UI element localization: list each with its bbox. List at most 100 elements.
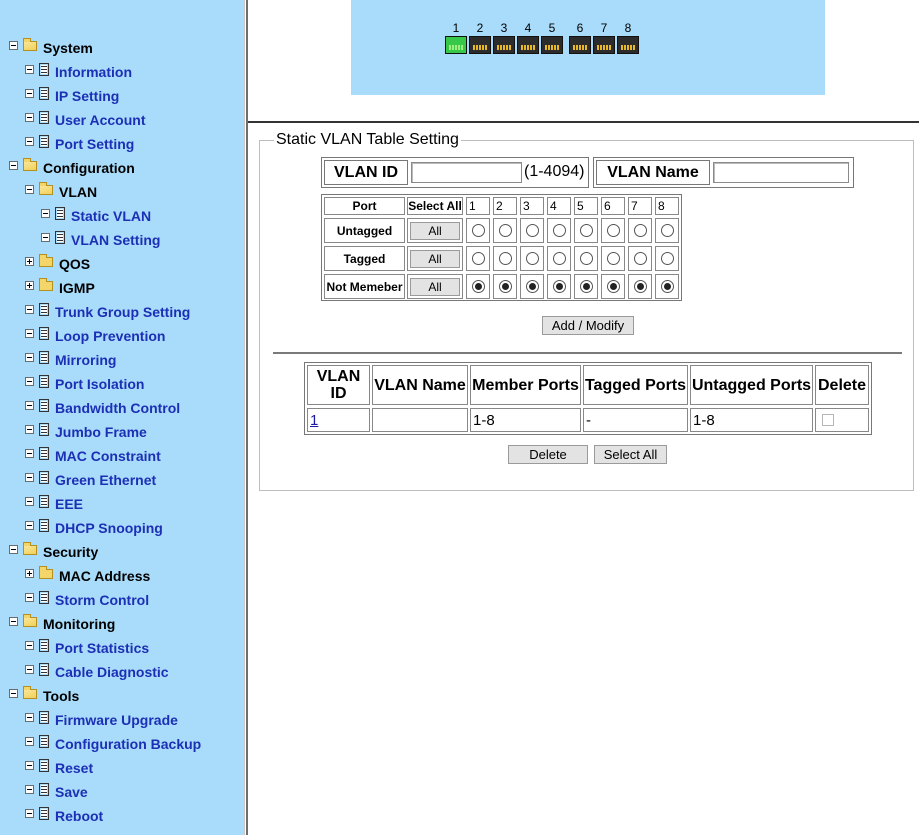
sidebar-item-bandwidth-control[interactable]: Bandwidth Control — [25, 397, 180, 419]
sidebar-item-dhcp-snooping[interactable]: DHCP Snooping — [25, 517, 163, 539]
sidebar-item-green-ethernet[interactable]: Green Ethernet — [25, 469, 156, 491]
collapse-toggle-icon[interactable] — [25, 88, 34, 98]
delete-button[interactable]: Delete — [508, 445, 588, 464]
sidebar-item-firmware-upgrade[interactable]: Firmware Upgrade — [25, 709, 178, 731]
sidebar-category-qos[interactable]: QOS — [25, 253, 90, 275]
collapse-toggle-icon[interactable] — [25, 640, 34, 650]
not-memeber-port-radio[interactable] — [660, 280, 674, 293]
sidebar-item-reset[interactable]: Reset — [25, 757, 93, 779]
sidebar-category-system[interactable]: System — [9, 37, 93, 59]
not-memeber-port-radio[interactable] — [498, 280, 512, 293]
sidebar-item-vlan-setting[interactable]: VLAN Setting — [41, 229, 160, 251]
vlan-id-link[interactable]: 1 — [310, 412, 318, 429]
not-memeber-port-radio[interactable] — [525, 280, 539, 293]
expand-toggle-icon[interactable] — [25, 568, 34, 578]
collapse-toggle-icon[interactable] — [9, 616, 18, 626]
untagged-port-radio[interactable] — [552, 224, 566, 237]
collapse-toggle-icon[interactable] — [25, 472, 34, 482]
select-all-tagged-button[interactable]: All — [410, 249, 460, 268]
collapse-toggle-icon[interactable] — [25, 112, 34, 122]
delete-row-checkbox[interactable] — [822, 414, 834, 426]
collapse-toggle-icon[interactable] — [9, 40, 18, 50]
sidebar-item-information[interactable]: Information — [25, 61, 132, 83]
ethernet-port-icon[interactable] — [617, 36, 639, 54]
tagged-port-radio[interactable] — [552, 252, 566, 265]
sidebar-item-storm-control[interactable]: Storm Control — [25, 589, 149, 611]
ethernet-port-icon[interactable] — [593, 36, 615, 54]
vlan-id-input[interactable] — [411, 162, 522, 183]
untagged-port-radio[interactable] — [498, 224, 512, 237]
sidebar-category-vlan[interactable]: VLAN — [25, 181, 97, 203]
not-memeber-port-radio[interactable] — [633, 280, 647, 293]
collapse-toggle-icon[interactable] — [25, 448, 34, 458]
tagged-port-radio[interactable] — [525, 252, 539, 265]
sidebar-item-loop-prevention[interactable]: Loop Prevention — [25, 325, 165, 347]
not-memeber-port-radio[interactable] — [606, 280, 620, 293]
sidebar-item-port-statistics[interactable]: Port Statistics — [25, 637, 149, 659]
ethernet-port-link-up-icon[interactable] — [445, 36, 467, 54]
untagged-port-radio[interactable] — [606, 224, 620, 237]
untagged-port-radio[interactable] — [471, 224, 485, 237]
collapse-toggle-icon[interactable] — [41, 208, 50, 218]
tagged-port-radio[interactable] — [498, 252, 512, 265]
sidebar-item-mac-constraint[interactable]: MAC Constraint — [25, 445, 161, 467]
expand-toggle-icon[interactable] — [25, 256, 34, 266]
tagged-port-radio[interactable] — [633, 252, 647, 265]
collapse-toggle-icon[interactable] — [25, 328, 34, 338]
sidebar-item-configuration-backup[interactable]: Configuration Backup — [25, 733, 201, 755]
collapse-toggle-icon[interactable] — [25, 760, 34, 770]
collapse-toggle-icon[interactable] — [25, 808, 34, 818]
untagged-port-radio[interactable] — [660, 224, 674, 237]
not-memeber-port-radio[interactable] — [471, 280, 485, 293]
sidebar-category-mac-address[interactable]: MAC Address — [25, 565, 150, 587]
sidebar-category-monitoring[interactable]: Monitoring — [9, 613, 115, 635]
sidebar-item-port-isolation[interactable]: Port Isolation — [25, 373, 144, 395]
tagged-port-radio[interactable] — [606, 252, 620, 265]
collapse-toggle-icon[interactable] — [25, 352, 34, 362]
collapse-toggle-icon[interactable] — [25, 736, 34, 746]
not-memeber-port-radio[interactable] — [552, 280, 566, 293]
ethernet-port-icon[interactable] — [469, 36, 491, 54]
collapse-toggle-icon[interactable] — [25, 496, 34, 506]
ethernet-port-icon[interactable] — [517, 36, 539, 54]
collapse-toggle-icon[interactable] — [9, 688, 18, 698]
add-modify-button[interactable]: Add / Modify — [542, 316, 634, 335]
select-all-untagged-button[interactable]: All — [410, 221, 460, 240]
sidebar-item-trunk-group-setting[interactable]: Trunk Group Setting — [25, 301, 190, 323]
collapse-toggle-icon[interactable] — [25, 592, 34, 602]
collapse-toggle-icon[interactable] — [25, 712, 34, 722]
tagged-port-radio[interactable] — [579, 252, 593, 265]
vlan-name-input[interactable] — [713, 162, 849, 183]
ethernet-port-icon[interactable] — [569, 36, 591, 54]
sidebar-item-eee[interactable]: EEE — [25, 493, 83, 515]
collapse-toggle-icon[interactable] — [25, 400, 34, 410]
collapse-toggle-icon[interactable] — [25, 136, 34, 146]
frame-divider[interactable] — [244, 0, 248, 835]
untagged-port-radio[interactable] — [579, 224, 593, 237]
collapse-toggle-icon[interactable] — [25, 376, 34, 386]
not-memeber-port-radio[interactable] — [579, 280, 593, 293]
sidebar-item-ip-setting[interactable]: IP Setting — [25, 85, 119, 107]
select-all-not-memeber-button[interactable]: All — [410, 277, 460, 296]
untagged-port-radio[interactable] — [633, 224, 647, 237]
sidebar-item-reboot[interactable]: Reboot — [25, 805, 103, 827]
sidebar-item-user-account[interactable]: User Account — [25, 109, 146, 131]
collapse-toggle-icon[interactable] — [25, 424, 34, 434]
collapse-toggle-icon[interactable] — [25, 304, 34, 314]
sidebar-category-security[interactable]: Security — [9, 541, 98, 563]
collapse-toggle-icon[interactable] — [41, 232, 50, 242]
ethernet-port-icon[interactable] — [493, 36, 515, 54]
collapse-toggle-icon[interactable] — [25, 184, 34, 194]
sidebar-item-mirroring[interactable]: Mirroring — [25, 349, 116, 371]
collapse-toggle-icon[interactable] — [9, 160, 18, 170]
sidebar-item-port-setting[interactable]: Port Setting — [25, 133, 134, 155]
collapse-toggle-icon[interactable] — [25, 520, 34, 530]
tagged-port-radio[interactable] — [471, 252, 485, 265]
sidebar-item-cable-diagnostic[interactable]: Cable Diagnostic — [25, 661, 169, 683]
collapse-toggle-icon[interactable] — [25, 64, 34, 74]
collapse-toggle-icon[interactable] — [9, 544, 18, 554]
collapse-toggle-icon[interactable] — [25, 664, 34, 674]
sidebar-item-static-vlan[interactable]: Static VLAN — [41, 205, 151, 227]
select-all-button[interactable]: Select All — [594, 445, 667, 464]
collapse-toggle-icon[interactable] — [25, 784, 34, 794]
